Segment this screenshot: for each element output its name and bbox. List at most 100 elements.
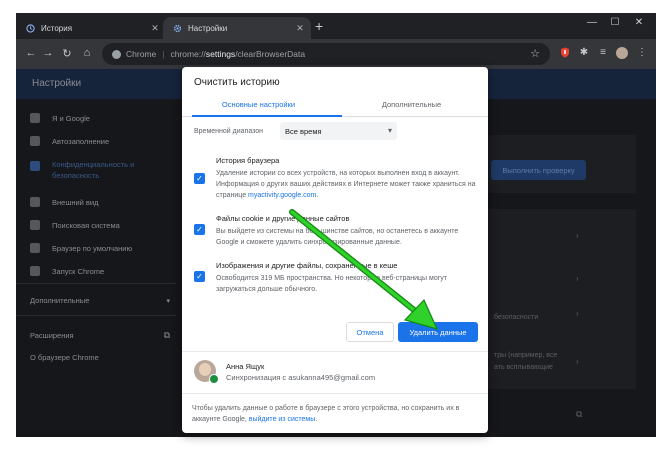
sidebar-divider <box>16 315 176 316</box>
option-browsing-history: ✓ История браузера Удаление истории со в… <box>194 156 478 206</box>
myactivity-link[interactable]: myactivity.google.com <box>248 192 316 199</box>
tab-strip: История ✕ Настройки ✕ + — ☐ ✕ <box>16 13 656 39</box>
tab-basic[interactable]: Основные настройки <box>182 100 335 109</box>
sidebar-item-label: О браузере Chrome <box>30 353 99 362</box>
sign-out-link[interactable]: выйдите из системы <box>249 416 315 423</box>
close-icon[interactable]: ✕ <box>293 23 307 34</box>
sidebar-divider <box>16 283 176 284</box>
safety-check-button[interactable]: Выполнить проверку <box>491 160 586 180</box>
account-name: Анна Ящук <box>226 362 265 371</box>
reload-icon[interactable]: ↻ <box>60 47 74 60</box>
toolbar: ← → ↻ ⌂ Chrome | chrome:// settings /cle… <box>16 39 656 69</box>
sidebar-item-label: Запуск Chrome <box>52 266 105 276</box>
maximize-icon[interactable]: ☐ <box>604 17 626 28</box>
omnibox-site: Chrome <box>126 49 157 59</box>
back-icon[interactable]: ← <box>24 47 38 59</box>
external-link-icon[interactable]: ⧉ <box>576 409 582 420</box>
security-text: безопасности <box>494 314 539 321</box>
profile-avatar-icon[interactable] <box>616 47 628 59</box>
footer-divider <box>182 393 488 394</box>
reading-list-icon[interactable]: ≡ <box>597 47 609 59</box>
sidebar-item-label: Браузер по умолчанию <box>52 243 133 253</box>
cancel-button[interactable]: Отмена <box>346 322 394 342</box>
clear-browsing-data-dialog: Очистить историю Основные настройки Допо… <box>182 67 488 433</box>
sidebar-item-search-engine[interactable]: Поисковая система <box>30 220 120 230</box>
omnibox-url-prefix: chrome:// <box>170 49 206 59</box>
sidebar-item-label: Расширения <box>30 331 74 340</box>
shield-icon <box>30 161 40 171</box>
tab-advanced[interactable]: Дополнительные <box>335 100 488 109</box>
sidebar-item-privacy[interactable]: Конфиденциальность и безопасность <box>30 159 170 181</box>
bookmark-star-icon[interactable]: ☆ <box>530 47 540 60</box>
shield-extension-icon[interactable] <box>559 47 571 59</box>
window-close-icon[interactable]: ✕ <box>628 17 650 28</box>
time-range-label: Временной диапазон <box>194 128 264 135</box>
minimize-icon[interactable]: — <box>581 17 603 28</box>
checkbox-cache[interactable]: ✓ <box>194 271 205 282</box>
chrome-logo-icon <box>112 49 121 59</box>
close-icon[interactable]: ✕ <box>148 23 162 34</box>
checkbox-cookies[interactable]: ✓ <box>194 224 205 235</box>
sidebar-item-about-chrome[interactable]: О браузере Chrome <box>30 353 99 362</box>
site-settings-text-1: тры (например, все <box>494 352 558 359</box>
address-bar[interactable]: Chrome | chrome:// settings /clearBrowse… <box>102 43 550 65</box>
sidebar-item-default-browser[interactable]: Браузер по умолчанию <box>30 243 132 253</box>
tab-underline <box>192 115 342 117</box>
avatar-face <box>199 363 211 376</box>
tab-title: Настройки <box>188 23 228 33</box>
settings-title: Настройки <box>32 78 82 89</box>
home-icon[interactable]: ⌂ <box>80 47 94 59</box>
omnibox-url-host: settings <box>205 49 236 59</box>
checkbox-browsing-history[interactable]: ✓ <box>194 173 205 184</box>
option-description: Удаление истории со всех устройств, на к… <box>216 168 478 201</box>
omnibox-separator: | <box>162 49 165 59</box>
sidebar-item-extensions[interactable]: Расширения ⧉ <box>30 330 170 341</box>
new-tab-icon[interactable]: + <box>315 18 323 34</box>
account-sync-status: Синхронизация с asukanna495@gmail.com <box>226 373 376 382</box>
footer-text-main: Чтобы удалить данные о работе в браузере… <box>192 405 460 423</box>
chevron-right-icon[interactable]: › <box>576 231 579 240</box>
omnibox-url-path: /clearBrowserData <box>235 49 306 59</box>
person-icon <box>30 113 40 123</box>
account-divider <box>182 351 488 352</box>
tab-history[interactable]: История ✕ <box>16 17 166 39</box>
sidebar-item-you-and-google[interactable]: Я и Google <box>30 113 90 123</box>
footer-text-end: . <box>315 416 318 423</box>
caret-down-icon: ▾ <box>387 126 392 135</box>
clear-data-button[interactable]: Удалить данные <box>398 322 478 342</box>
dialog-title: Очистить историю <box>194 77 280 88</box>
chevron-right-icon[interactable]: › <box>576 357 579 366</box>
sidebar-item-autofill[interactable]: Автозаполнение <box>30 136 109 146</box>
site-settings-text-2: ать всплывающие <box>494 364 553 371</box>
option-cookies: ✓ Файлы cookie и другие данные сайтов Вы… <box>194 214 478 254</box>
option-title: История браузера <box>216 156 280 165</box>
time-range-select[interactable]: Все время ▾ <box>280 122 397 140</box>
tab-settings[interactable]: Настройки ✕ <box>163 17 311 39</box>
tab-title: История <box>41 23 73 33</box>
sidebar-item-advanced[interactable]: Дополнительные ▾ <box>30 296 170 305</box>
sidebar-item-appearance[interactable]: Внешний вид <box>30 197 99 207</box>
option-description: Вы выйдете из системы на большинстве сай… <box>216 228 459 246</box>
sidebar-item-on-startup[interactable]: Запуск Chrome <box>30 266 104 276</box>
clock-icon <box>26 23 35 33</box>
clipboard-icon <box>30 136 40 146</box>
sidebar-item-label: Я и Google <box>52 113 90 123</box>
forward-icon[interactable]: → <box>41 47 55 59</box>
chevron-down-icon: ▾ <box>166 297 170 305</box>
puzzle-extension-icon[interactable]: ✱ <box>578 47 590 59</box>
chevron-right-icon[interactable]: › <box>576 309 579 318</box>
option-description-end: . <box>316 192 319 199</box>
gear-icon <box>173 24 182 33</box>
time-range-value: Все время <box>285 126 322 136</box>
chevron-right-icon[interactable]: › <box>576 274 579 283</box>
sidebar-item-label: Дополнительные <box>30 296 90 305</box>
option-cache: ✓ Изображения и другие файлы, сохраненны… <box>194 261 478 301</box>
sync-icon <box>209 374 219 384</box>
option-title: Файлы cookie и другие данные сайтов <box>216 214 350 223</box>
power-icon <box>30 266 40 276</box>
dialog-tabs: Основные настройки Дополнительные <box>182 95 488 117</box>
browser-window-icon <box>30 243 40 253</box>
menu-dots-icon[interactable]: ⋮ <box>636 47 648 59</box>
option-title: Изображения и другие файлы, сохраненные … <box>216 261 398 270</box>
privacy-card <box>486 209 636 389</box>
